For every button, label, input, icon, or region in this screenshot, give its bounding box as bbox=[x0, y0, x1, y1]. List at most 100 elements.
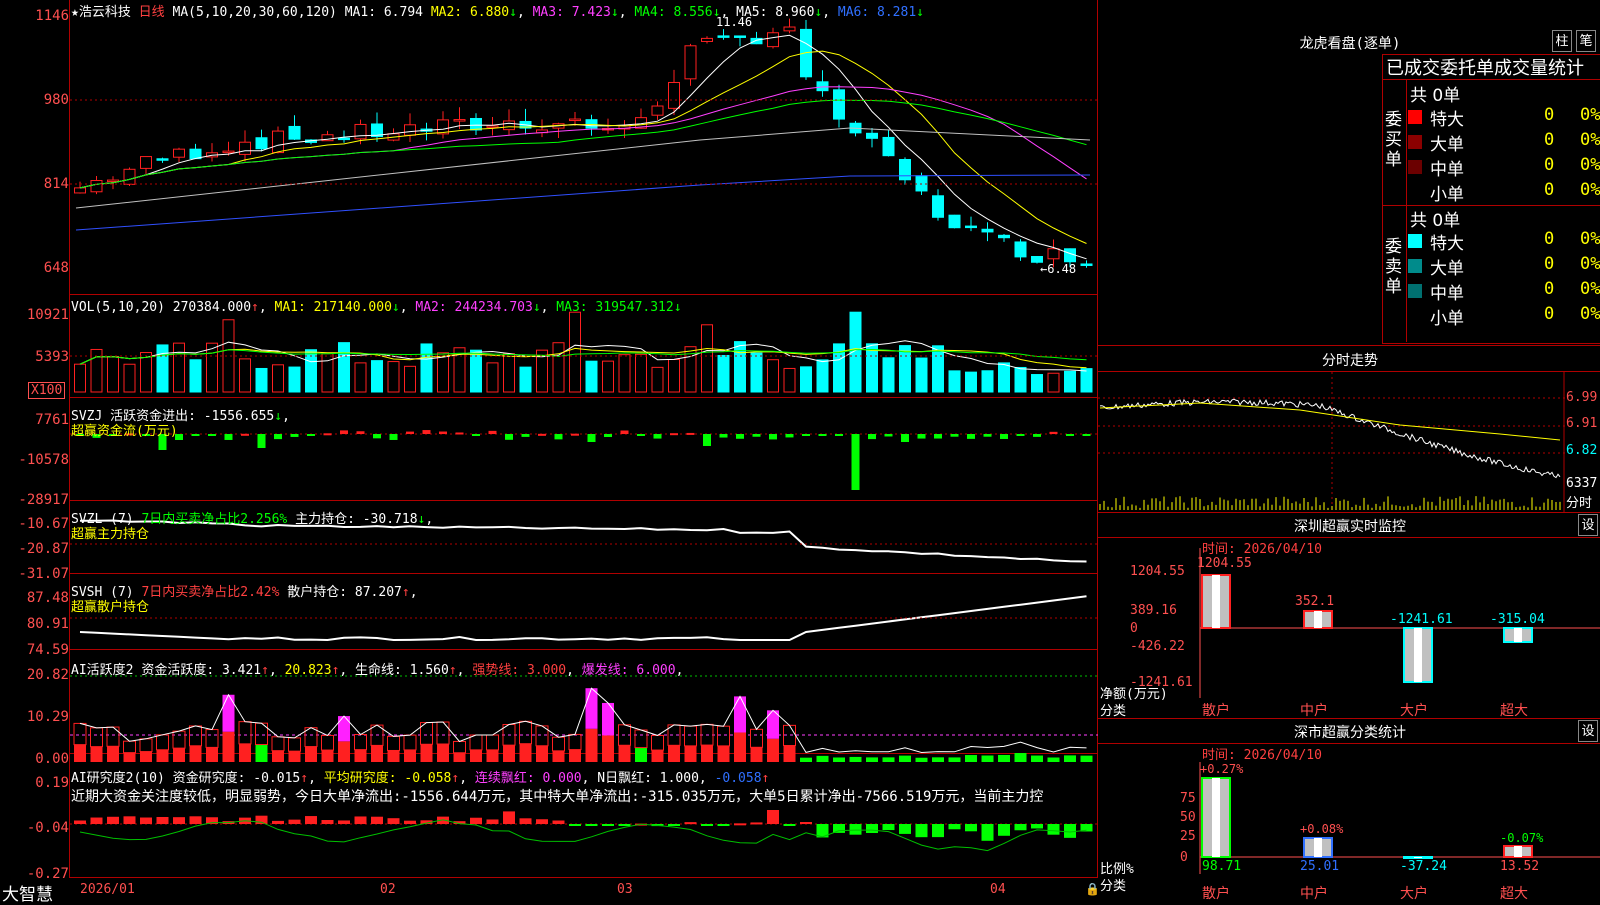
svzj-bar bbox=[917, 434, 926, 439]
active-bar bbox=[371, 745, 383, 762]
candle-body bbox=[338, 137, 350, 141]
research-bar bbox=[998, 824, 1010, 836]
active-bar bbox=[948, 757, 961, 762]
research-bar bbox=[470, 817, 482, 824]
volume-bar bbox=[882, 357, 895, 393]
fs-price-2: 6.82 bbox=[1566, 443, 1598, 458]
research-bar bbox=[717, 824, 730, 826]
svzj-bar bbox=[620, 430, 629, 434]
volume-unit-badge[interactable]: X100 bbox=[28, 382, 66, 399]
active-bar bbox=[420, 744, 433, 762]
svzj-bar bbox=[802, 434, 810, 436]
active-bar bbox=[1031, 755, 1043, 762]
legend-swatch bbox=[1408, 135, 1422, 149]
svzj-bar bbox=[670, 433, 678, 436]
tick-mode-button[interactable]: 笔 bbox=[1576, 30, 1596, 52]
volume-y-label-0: 10921 bbox=[26, 307, 69, 323]
classify-value: 13.52 bbox=[1500, 859, 1540, 874]
classify-value: -37.24 bbox=[1400, 859, 1447, 874]
svzl-y-label-2: -31.07 bbox=[18, 566, 69, 582]
svzj-bar bbox=[307, 434, 315, 436]
research-bar bbox=[288, 819, 301, 824]
svzj-bar bbox=[587, 434, 596, 442]
fs-volume-label: 6337 bbox=[1566, 476, 1598, 491]
research-bar bbox=[519, 818, 532, 824]
volume-bar bbox=[1047, 372, 1060, 393]
x-date-0: 2026/01 bbox=[80, 882, 135, 897]
candle-body bbox=[783, 26, 796, 32]
active-bar bbox=[272, 750, 284, 762]
volume-bar bbox=[734, 341, 746, 393]
svzj-bar bbox=[571, 433, 579, 436]
svzl-sub-label: 超赢主力持仓 bbox=[71, 527, 150, 542]
label-col-divider bbox=[1406, 80, 1407, 342]
fs-price-1: 6.91 bbox=[1566, 416, 1598, 431]
volume-bar bbox=[899, 345, 911, 393]
candle-body bbox=[734, 35, 746, 38]
volume-bar bbox=[651, 366, 664, 393]
order-row-pct: 0% bbox=[1580, 304, 1600, 324]
classify-settings-button[interactable]: 设 bbox=[1578, 720, 1598, 742]
volume-bar bbox=[222, 319, 235, 393]
active-bar bbox=[1080, 755, 1093, 762]
active-bar bbox=[173, 748, 185, 762]
order-row-pct: 0% bbox=[1580, 229, 1600, 249]
candle-body bbox=[651, 105, 664, 116]
order-row-pct: 0% bbox=[1580, 105, 1600, 125]
period-label[interactable]: 日线 bbox=[139, 5, 165, 20]
volume-bar bbox=[420, 343, 433, 393]
classify-category: 散户 bbox=[1202, 886, 1230, 902]
order-row-value: 0 bbox=[1544, 254, 1555, 274]
research-bar bbox=[173, 817, 185, 824]
classify-y-label: 75 bbox=[1180, 791, 1196, 806]
active-bar bbox=[321, 750, 334, 762]
svzj-bar bbox=[521, 434, 530, 437]
lhb-title: 龙虎看盘(逐单) bbox=[1299, 36, 1401, 52]
svzj-bar bbox=[884, 434, 893, 437]
volume-bar bbox=[288, 366, 301, 393]
svzj-bar bbox=[323, 433, 332, 436]
active-bar bbox=[866, 757, 878, 762]
volume-bar bbox=[585, 360, 598, 393]
research-bar bbox=[750, 822, 763, 825]
monitor-y-label: 0 bbox=[1130, 621, 1138, 636]
buy-order-row: 特大 0 0% bbox=[1408, 105, 1600, 130]
research-bar bbox=[107, 816, 119, 824]
volume-header: VOL(5,10,20) 270384.000↑, MA1: 217140.00… bbox=[71, 300, 682, 315]
active-bar bbox=[387, 750, 400, 762]
svzj-bar bbox=[1049, 431, 1058, 434]
volume-bar bbox=[338, 342, 350, 393]
ma2-value: MA2: 6.880 bbox=[430, 5, 510, 20]
favorite-star-icon[interactable]: ★ bbox=[71, 5, 79, 20]
research-bar bbox=[668, 824, 680, 826]
active-bar bbox=[717, 745, 730, 762]
svzj-bar bbox=[1016, 434, 1025, 436]
volume-bar bbox=[107, 356, 119, 393]
research-bar bbox=[90, 817, 103, 824]
research-bar bbox=[338, 820, 350, 824]
active-bar bbox=[882, 757, 895, 762]
volume-bar bbox=[965, 371, 977, 393]
active-bar bbox=[288, 751, 301, 762]
candle-body bbox=[107, 179, 119, 183]
active-bar-outline bbox=[288, 737, 301, 752]
svzj-bar bbox=[868, 434, 876, 440]
order-row-pct: 0% bbox=[1580, 254, 1600, 274]
svzj-bar bbox=[472, 434, 480, 436]
legend-swatch bbox=[1408, 160, 1422, 174]
volume-bar bbox=[981, 370, 994, 393]
fs-title[interactable]: 分时走势 bbox=[1300, 350, 1400, 370]
bar-mode-button[interactable]: 柱 bbox=[1552, 30, 1572, 52]
monitor-settings-button[interactable]: 设 bbox=[1578, 514, 1598, 536]
active-bar bbox=[668, 745, 680, 762]
volume-bar bbox=[701, 324, 713, 393]
order-row-pct: 0% bbox=[1580, 155, 1600, 175]
x-date-3: 04 bbox=[990, 882, 1006, 897]
active-bar-outline bbox=[354, 734, 367, 751]
active-bar bbox=[1047, 757, 1060, 762]
candle-body bbox=[981, 228, 994, 233]
svzj-bar bbox=[389, 434, 398, 440]
research-bar bbox=[849, 824, 862, 835]
research-bar bbox=[1031, 824, 1043, 829]
active-bar bbox=[701, 745, 713, 762]
